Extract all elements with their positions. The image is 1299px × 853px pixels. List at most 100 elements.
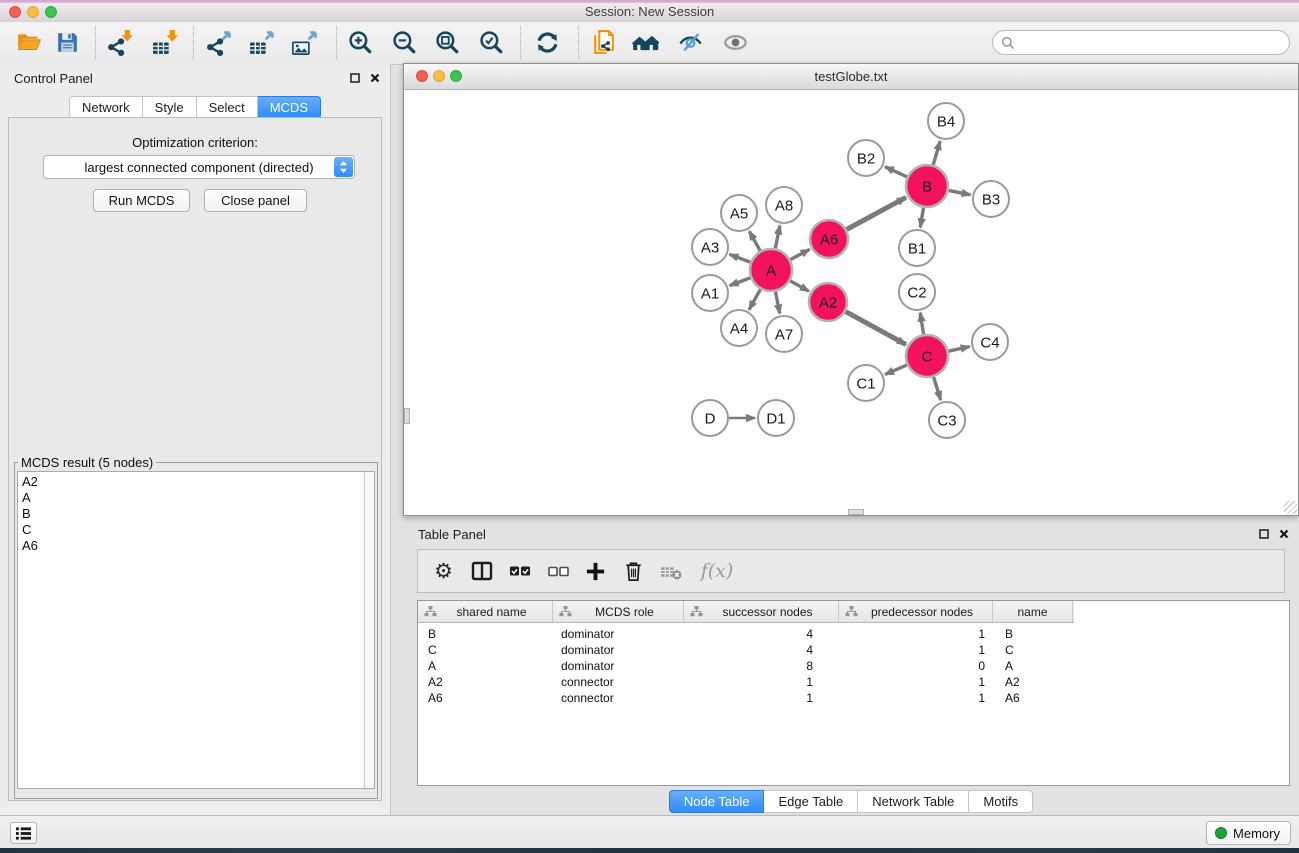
column-header-predecessor-nodes[interactable]: predecessor nodes bbox=[839, 601, 993, 622]
network-minimize-icon[interactable] bbox=[433, 70, 445, 82]
table-settings-icon[interactable]: ⚙ bbox=[431, 559, 456, 584]
edge-A-A5[interactable] bbox=[749, 231, 760, 251]
edge-B-B4[interactable] bbox=[933, 141, 940, 165]
zoom-in-icon[interactable] bbox=[345, 27, 375, 57]
table-row[interactable]: A2connector11A2 bbox=[418, 674, 1289, 690]
task-history-button[interactable] bbox=[10, 822, 37, 844]
table-header-row: shared nameMCDS rolesuccessor nodesprede… bbox=[418, 601, 1074, 623]
network-close-icon[interactable] bbox=[416, 70, 428, 82]
save-session-icon[interactable] bbox=[52, 27, 82, 57]
mcds-result-list[interactable]: A2ABCA6 bbox=[17, 471, 375, 789]
refresh-network-icon[interactable] bbox=[532, 27, 562, 57]
tab-network[interactable]: Network bbox=[69, 96, 143, 119]
memory-status-icon bbox=[1215, 827, 1227, 839]
result-item-C[interactable]: C bbox=[22, 522, 374, 538]
result-item-B[interactable]: B bbox=[22, 506, 374, 522]
tab-style[interactable]: Style bbox=[143, 96, 197, 119]
add-row-icon[interactable] bbox=[583, 559, 608, 584]
canvas-left-scrollbar[interactable] bbox=[404, 408, 410, 424]
cell: 8 bbox=[684, 659, 839, 673]
edge-A-A7[interactable] bbox=[775, 292, 779, 314]
cell: 4 bbox=[684, 643, 839, 657]
edge-C-C1[interactable] bbox=[885, 365, 907, 375]
edge-B-B1[interactable] bbox=[920, 208, 923, 228]
export-table-icon[interactable] bbox=[246, 27, 276, 57]
result-item-A[interactable]: A bbox=[22, 490, 374, 506]
table-row[interactable]: Adominator80A bbox=[418, 658, 1289, 674]
result-item-A6[interactable]: A6 bbox=[22, 538, 374, 554]
import-table-icon[interactable] bbox=[149, 27, 179, 57]
table-row[interactable]: Bdominator41B bbox=[418, 626, 1289, 642]
edge-C-C2[interactable] bbox=[920, 313, 923, 335]
node-label-A7: A7 bbox=[775, 326, 793, 343]
search-box[interactable] bbox=[992, 30, 1290, 55]
toolbar-separator bbox=[578, 26, 579, 59]
close-panel-icon[interactable] bbox=[370, 73, 380, 83]
zoom-out-icon[interactable] bbox=[389, 27, 419, 57]
edge-A-A8[interactable] bbox=[775, 226, 780, 249]
run-mcds-button[interactable]: Run MCDS bbox=[93, 189, 190, 212]
table-panel-title: Table Panel bbox=[418, 527, 486, 542]
table-row[interactable]: Cdominator41C bbox=[418, 642, 1289, 658]
node-label-D1: D1 bbox=[766, 410, 785, 427]
delete-row-icon[interactable] bbox=[621, 559, 646, 584]
memory-label: Memory bbox=[1233, 826, 1280, 841]
zoom-selected-icon[interactable] bbox=[476, 27, 506, 57]
float-table-panel-icon[interactable] bbox=[1259, 529, 1269, 539]
home-view-icon[interactable] bbox=[631, 27, 661, 57]
tab-network-table[interactable]: Network Table bbox=[858, 790, 969, 813]
optimization-criterion-dropdown[interactable]: largest connected component (directed) bbox=[43, 155, 355, 179]
network-zoom-icon[interactable] bbox=[450, 70, 462, 82]
select-all-icon[interactable] bbox=[507, 559, 532, 584]
close-table-panel-icon[interactable] bbox=[1279, 529, 1289, 539]
export-image-icon[interactable] bbox=[289, 27, 319, 57]
open-session-icon[interactable] bbox=[14, 27, 44, 57]
edge-C-C4[interactable] bbox=[949, 347, 970, 352]
edge-A-A6[interactable] bbox=[790, 249, 809, 259]
canvas-bottom-scrollbar[interactable] bbox=[848, 509, 864, 515]
column-header-successor-nodes[interactable]: successor nodes bbox=[684, 601, 839, 622]
edge-A6-B[interactable] bbox=[847, 197, 906, 229]
deselect-all-icon[interactable] bbox=[545, 559, 570, 584]
network-window-titlebar[interactable]: testGlobe.txt bbox=[404, 64, 1298, 90]
edge-A2-C[interactable] bbox=[846, 312, 906, 345]
memory-button[interactable]: Memory bbox=[1206, 821, 1291, 845]
column-header-name[interactable]: name bbox=[993, 601, 1073, 622]
export-network-icon[interactable] bbox=[203, 27, 233, 57]
cell: 1 bbox=[684, 691, 839, 705]
edge-A-A4[interactable] bbox=[749, 289, 760, 309]
column-header-shared-name[interactable]: shared name bbox=[418, 601, 553, 622]
toggle-graphics-details-icon[interactable] bbox=[675, 27, 705, 57]
birds-eye-view-icon[interactable] bbox=[720, 27, 750, 57]
function-builder-icon[interactable]: f(x) bbox=[697, 559, 737, 584]
column-fit-icon[interactable] bbox=[469, 559, 494, 584]
import-network-icon[interactable] bbox=[104, 27, 134, 57]
app-window-title: Session: New Session bbox=[0, 4, 1299, 19]
cell: A2 bbox=[993, 675, 1073, 689]
delete-table-icon[interactable] bbox=[659, 559, 684, 584]
edge-C-C3[interactable] bbox=[934, 377, 941, 400]
tab-mcds[interactable]: MCDS bbox=[258, 96, 321, 119]
result-item-A2[interactable]: A2 bbox=[22, 474, 374, 490]
column-header-MCDS-role[interactable]: MCDS role bbox=[553, 601, 684, 622]
edge-A-A3[interactable] bbox=[730, 254, 751, 262]
node-label-B: B bbox=[922, 178, 932, 195]
search-input[interactable] bbox=[1015, 34, 1281, 51]
result-scrollbar[interactable] bbox=[364, 472, 374, 788]
tab-select[interactable]: Select bbox=[197, 96, 258, 119]
edge-A-A1[interactable] bbox=[730, 278, 751, 286]
table-row[interactable]: A6connector11A6 bbox=[418, 690, 1289, 706]
clone-network-icon[interactable] bbox=[589, 27, 619, 57]
edge-B-B2[interactable] bbox=[885, 167, 907, 177]
tab-motifs[interactable]: Motifs bbox=[969, 790, 1033, 813]
edge-B-B3[interactable] bbox=[949, 190, 971, 194]
cell: A6 bbox=[993, 691, 1073, 705]
edge-A-A2[interactable] bbox=[790, 281, 809, 291]
window-resize-grip[interactable] bbox=[1284, 501, 1297, 514]
zoom-fit-icon[interactable] bbox=[432, 27, 462, 57]
close-panel-button[interactable]: Close panel bbox=[204, 189, 307, 212]
network-canvas[interactable]: B4B2BB3A8A5A6A3B1AC2A1A2A4A7C4CC1C3DD1 bbox=[404, 90, 1298, 516]
tab-edge-table[interactable]: Edge Table bbox=[764, 790, 858, 813]
tab-node-table[interactable]: Node Table bbox=[669, 790, 765, 813]
float-panel-icon[interactable] bbox=[350, 73, 360, 83]
